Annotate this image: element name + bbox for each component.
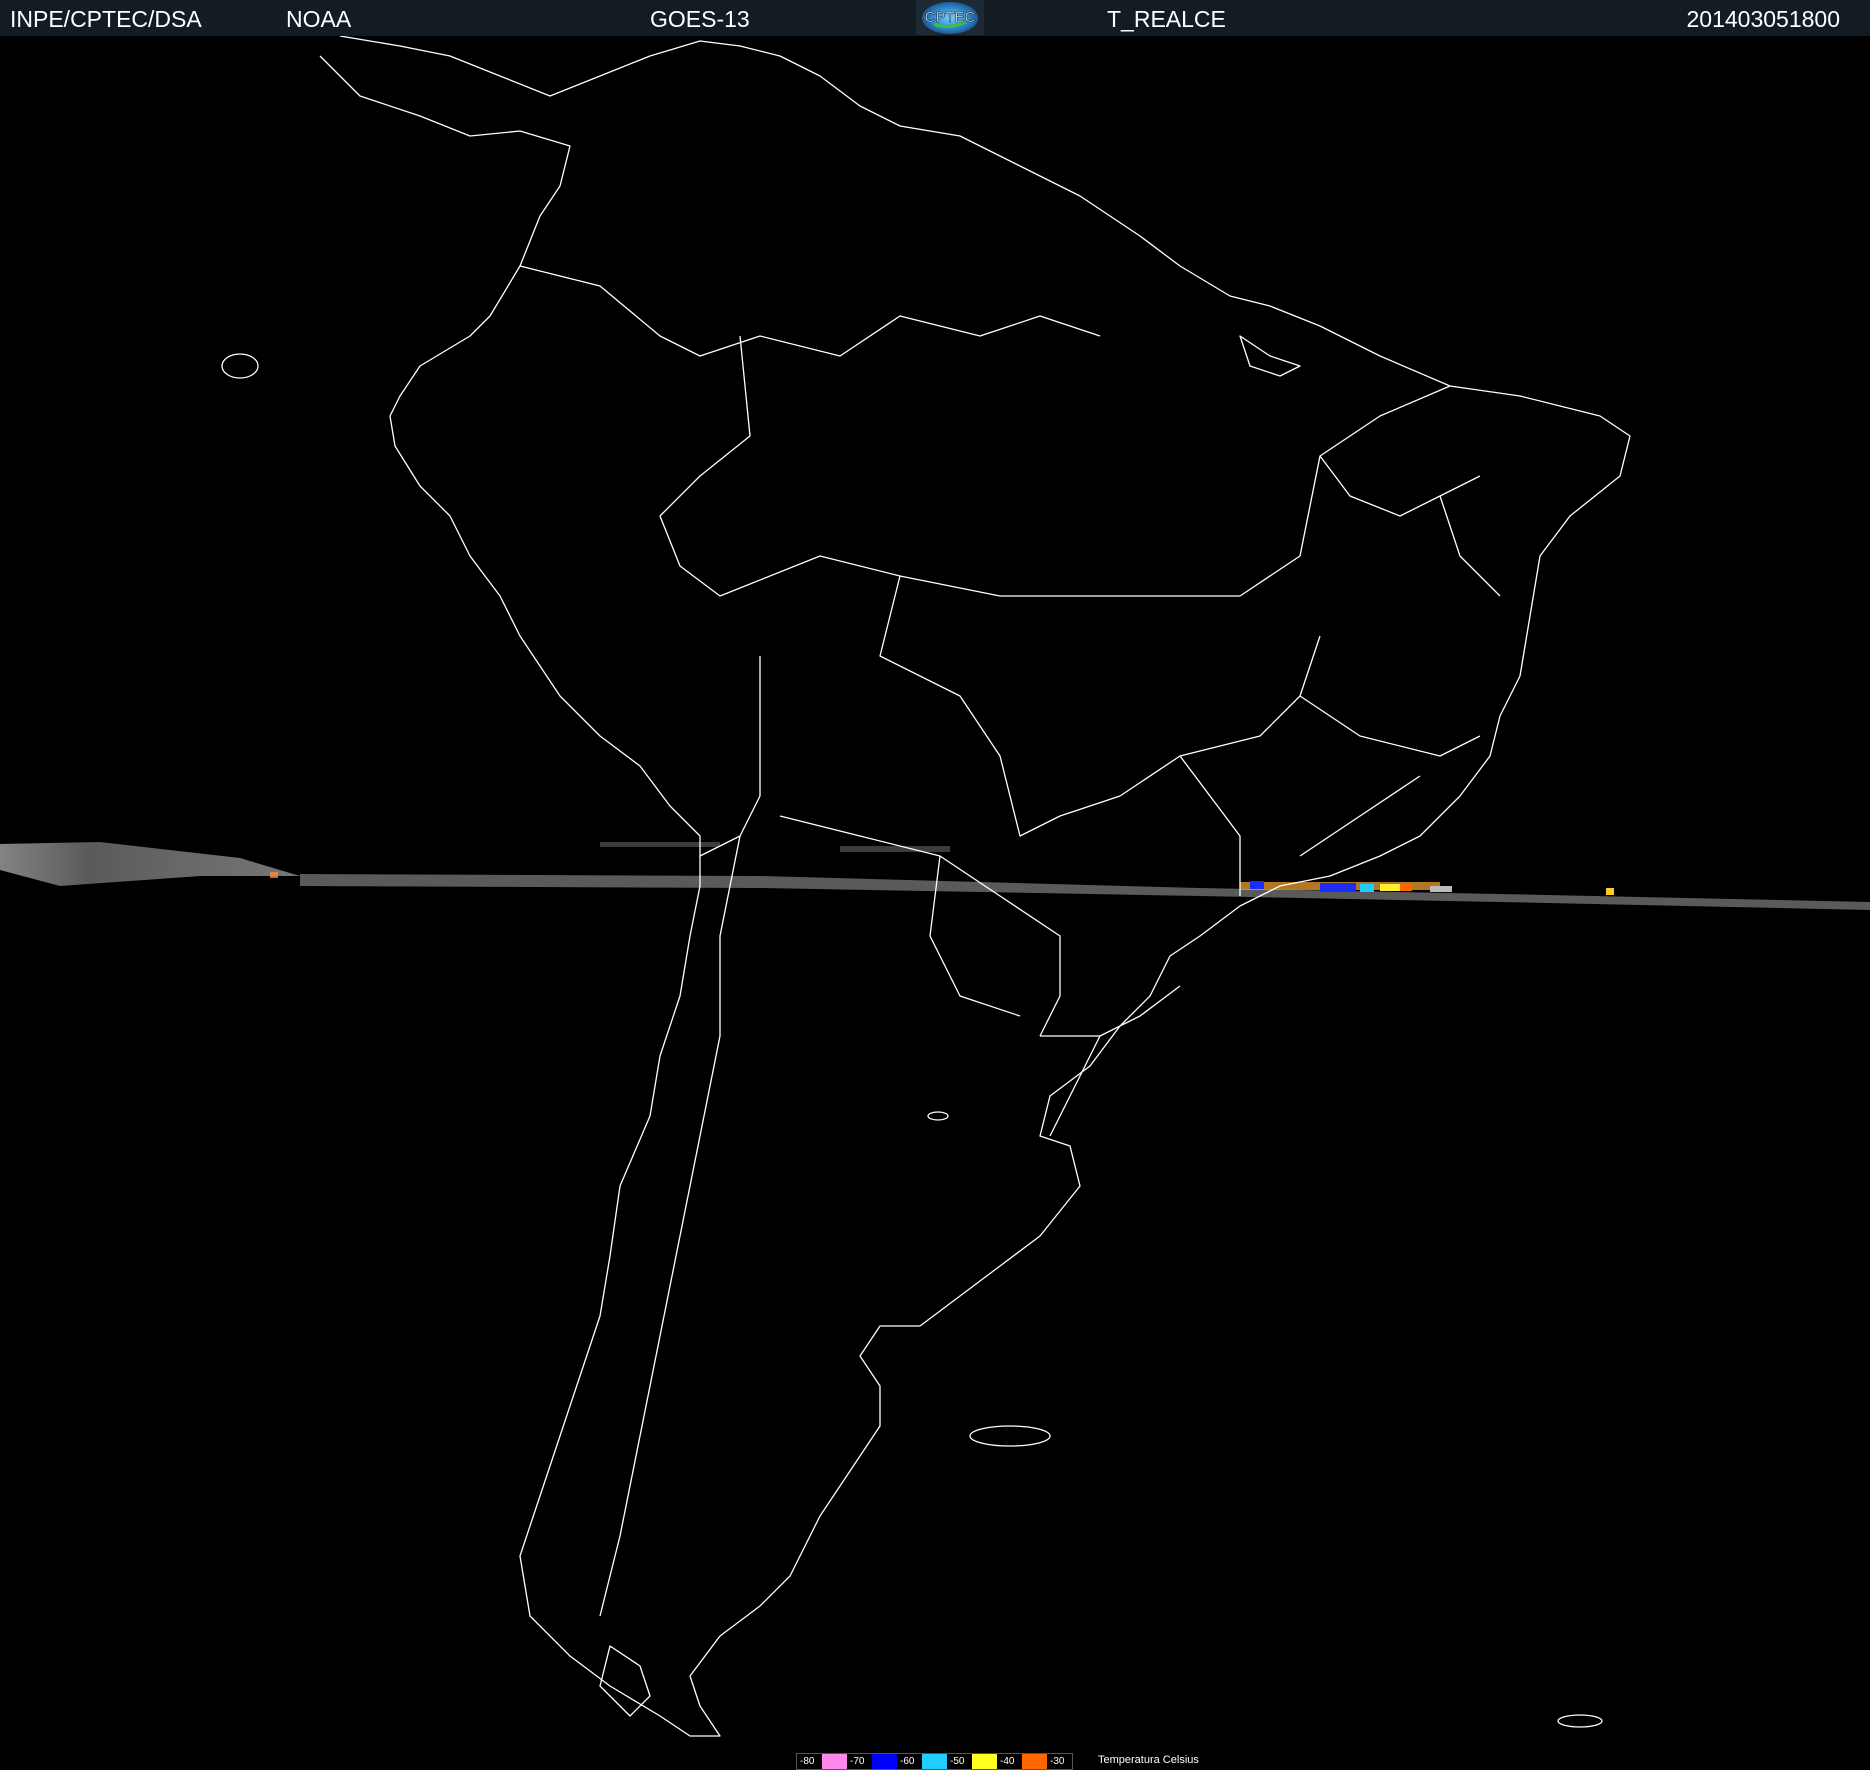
map-canvas — [0, 36, 1870, 1750]
header-bar: INPE/CPTEC/DSA NOAA GOES-13 CPTEC T_REAL… — [0, 0, 1870, 37]
legend-color-bar: -80 -70 -60 -50 -40 -30 — [796, 1753, 1073, 1770]
legend-title: Temperatura Celsius — [1098, 1754, 1199, 1766]
legend-tick-label: -50 — [949, 1755, 966, 1768]
legend-swatch: -40 — [997, 1754, 1022, 1769]
legend-tick-label: -70 — [849, 1755, 866, 1768]
legend-swatch: -30 — [1047, 1754, 1072, 1769]
legend-swatch: -80 — [797, 1754, 822, 1769]
legend-swatch: -50 — [947, 1754, 972, 1769]
legend-tick-label: -30 — [1049, 1755, 1066, 1768]
legend-swatch — [1022, 1754, 1047, 1769]
legend-swatch: -60 — [897, 1754, 922, 1769]
organization-label: INPE/CPTEC/DSA — [10, 6, 202, 32]
legend-swatch: -70 — [847, 1754, 872, 1769]
satellite-label: GOES-13 — [650, 6, 750, 32]
logo-text: CPTEC — [925, 9, 976, 26]
agency-label: NOAA — [286, 6, 352, 32]
legend-swatch — [972, 1754, 997, 1769]
legend-tick-label: -40 — [999, 1755, 1016, 1768]
legend-swatch — [922, 1754, 947, 1769]
cptec-logo: CPTEC — [916, 0, 984, 35]
legend-tick-label: -60 — [899, 1755, 916, 1768]
timestamp-label: 201403051800 — [1686, 6, 1841, 32]
legend-swatch — [822, 1754, 847, 1769]
temperature-legend: -80 -70 -60 -50 -40 -30 Temperatura Celsius — [0, 1750, 1870, 1770]
satellite-image-page: INPE/CPTEC/DSA NOAA GOES-13 CPTEC T_REAL… — [0, 0, 1870, 1770]
product-label: T_REALCE — [1107, 6, 1226, 32]
legend-tick-label: -80 — [799, 1755, 816, 1768]
legend-swatch — [872, 1754, 897, 1769]
